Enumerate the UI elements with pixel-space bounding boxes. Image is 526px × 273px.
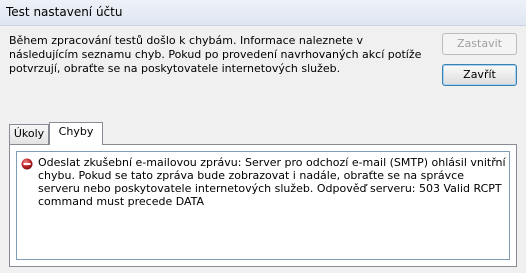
title-bar: Test nastavení účtu	[0, 0, 526, 26]
error-message: Odeslat zkušební e-mailovou zprávu: Serv…	[38, 156, 506, 208]
error-list[interactable]: Odeslat zkušební e-mailovou zprávu: Serv…	[16, 151, 510, 260]
errors-tab-panel: Odeslat zkušební e-mailovou zprávu: Serv…	[9, 144, 517, 267]
error-icon	[21, 158, 33, 170]
window-title: Test nastavení účtu	[6, 5, 123, 19]
tab-errors[interactable]: Chyby	[49, 122, 103, 145]
intro-text: Během zpracování testů došlo k chybám. I…	[9, 34, 422, 75]
close-button[interactable]: Zavřít	[442, 64, 517, 86]
tab-tasks[interactable]: Úkoly	[9, 124, 49, 144]
dialog-body: Během zpracování testů došlo k chybám. I…	[0, 26, 526, 273]
stop-button[interactable]: Zastavit	[442, 33, 517, 55]
